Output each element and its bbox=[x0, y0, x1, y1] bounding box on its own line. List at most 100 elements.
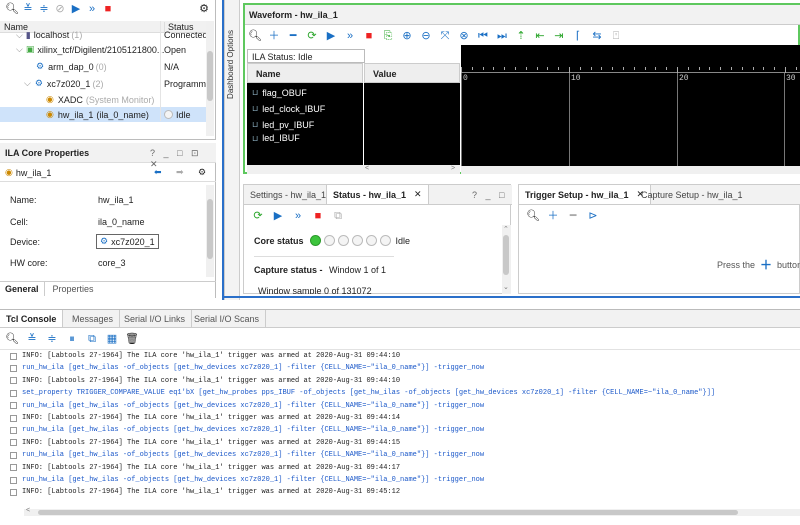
gear-icon[interactable]: ⚙ bbox=[198, 167, 206, 178]
gear-icon[interactable]: ⚙ bbox=[196, 1, 212, 17]
status-window-buttons[interactable]: ? _ □ bbox=[472, 190, 507, 200]
fold-marker-icon[interactable] bbox=[10, 488, 17, 496]
signal-row[interactable]: ⊔ led_pv_IBUF bbox=[252, 117, 314, 132]
zoom-cursor-icon[interactable]: ⊗ bbox=[456, 28, 472, 44]
tab-trigger-setup[interactable]: Trigger Setup - hw_ila_1 ✕ bbox=[519, 185, 652, 204]
names-hscroll[interactable]: < > bbox=[247, 165, 460, 174]
search-icon[interactable]: 🔍︎ bbox=[525, 208, 541, 224]
snap-icon[interactable]: ⍞ bbox=[608, 28, 624, 44]
remove-icon[interactable]: ━ bbox=[285, 28, 301, 44]
collapse-all-icon[interactable]: ≚ bbox=[24, 331, 40, 347]
trigger-immediate-icon[interactable]: » bbox=[84, 1, 100, 17]
pause-icon[interactable]: ⏸ bbox=[64, 331, 80, 347]
remove-probe-icon[interactable]: ━ bbox=[565, 208, 581, 224]
value-col-header[interactable]: Value bbox=[364, 63, 460, 83]
console-info-line: INFO: [Labtools 27-1964] The ILA core 'h… bbox=[10, 412, 400, 424]
add-probe-icon[interactable]: ＋ bbox=[545, 208, 561, 224]
export-icon[interactable]: ⎘ bbox=[380, 28, 396, 44]
next-transition-icon[interactable]: ⇥ bbox=[551, 28, 567, 44]
go-last-icon[interactable]: ⏭ bbox=[494, 28, 510, 44]
run-trigger-icon[interactable]: ▶ bbox=[323, 28, 339, 44]
tab-properties[interactable]: Properties bbox=[45, 282, 102, 296]
tree-row-xc7z020[interactable]: ⌵ ⚙ xc7z020_1 (2) Programme bbox=[0, 76, 211, 91]
tree-row-xadc[interactable]: ◉ XADC (System Monitor) bbox=[0, 92, 206, 107]
zoom-out-icon[interactable]: ⊖ bbox=[418, 28, 434, 44]
time-ruler bbox=[461, 72, 800, 73]
signal-row[interactable]: ⊔ led_clock_IBUF bbox=[252, 101, 325, 116]
go-first-icon[interactable]: ⏮ bbox=[475, 28, 491, 44]
tree-row-target[interactable]: ⌵ ▣ xilinx_tcf/Digilent/2105121800... Op… bbox=[0, 42, 206, 57]
collapse-all-icon[interactable]: ≚ bbox=[20, 1, 36, 17]
tree-row-arm-dap[interactable]: ⚙ arm_dap_0 (0) N/A bbox=[0, 59, 206, 74]
hw-tree-scrollbar[interactable] bbox=[206, 21, 214, 136]
back-arrow-icon[interactable]: ⬅ bbox=[154, 167, 162, 178]
tab-serial-io-links[interactable]: Serial I/O Links bbox=[118, 310, 193, 327]
fold-marker-icon[interactable] bbox=[10, 377, 17, 385]
fold-marker-icon[interactable] bbox=[10, 414, 17, 422]
close-icon[interactable]: ✕ bbox=[414, 189, 422, 200]
chip-icon: ⚙ bbox=[34, 78, 43, 88]
name-col-header[interactable]: Name bbox=[247, 63, 363, 83]
fold-marker-icon[interactable] bbox=[10, 476, 17, 484]
table-icon[interactable]: ▦ bbox=[104, 331, 120, 347]
search-icon[interactable]: 🔍︎ bbox=[247, 28, 263, 44]
copy-icon[interactable]: ⧉ bbox=[330, 208, 346, 224]
fold-marker-icon[interactable] bbox=[10, 389, 17, 397]
wave-hscroll[interactable] bbox=[461, 166, 800, 174]
signal-row[interactable]: ⊔ led_IBUF bbox=[252, 133, 300, 143]
tick-label: 20 bbox=[679, 74, 689, 83]
device-link[interactable]: ⚙ xc7z020_1 bbox=[96, 234, 159, 249]
forward-arrow-icon[interactable]: ➡ bbox=[176, 167, 184, 178]
tab-capture-setup[interactable]: Capture Setup - hw_ila_1 bbox=[635, 185, 749, 204]
fold-marker-icon[interactable] bbox=[10, 451, 17, 459]
run-trigger-icon[interactable]: ▶ bbox=[68, 1, 84, 17]
fold-marker-icon[interactable] bbox=[10, 464, 17, 472]
fold-marker-icon[interactable] bbox=[10, 439, 17, 447]
tree-row-localhost[interactable]: ⌵ ▮ localhost (1) Connected bbox=[0, 30, 206, 40]
disconnect-icon[interactable]: ⊘ bbox=[52, 1, 68, 17]
tab-tcl-console[interactable]: Tcl Console bbox=[0, 310, 64, 327]
fold-marker-icon[interactable] bbox=[10, 364, 17, 372]
tree-row-hw-ila[interactable]: ◉ hw_ila_1 (ila_0_name) Idle bbox=[0, 107, 206, 122]
console-hscroll[interactable]: < bbox=[24, 507, 800, 516]
fold-marker-icon[interactable] bbox=[10, 402, 17, 410]
zoom-in-icon[interactable]: ⊕ bbox=[399, 28, 415, 44]
add-cursor-icon[interactable]: ⌈ bbox=[570, 28, 586, 44]
stop-trigger-icon[interactable]: ■ bbox=[361, 28, 377, 44]
search-icon[interactable]: 🔍︎ bbox=[4, 331, 20, 347]
stop-trigger-icon[interactable]: ■ bbox=[310, 208, 326, 224]
signal-row[interactable]: ⊔ flag_OBUF bbox=[252, 85, 307, 100]
wave-area[interactable]: 0 10 20 30 bbox=[461, 45, 800, 166]
swap-cursors-icon[interactable]: ⇆ bbox=[589, 28, 605, 44]
expand-all-icon[interactable]: ≑ bbox=[36, 1, 52, 17]
search-icon[interactable]: 🔍︎ bbox=[4, 1, 20, 17]
ila-status-bar: ILA Status: Idle bbox=[247, 49, 365, 63]
stop-trigger-icon[interactable]: ■ bbox=[100, 1, 116, 17]
ruler-minor-tick bbox=[525, 67, 527, 70]
prev-transition-icon[interactable]: ⇤ bbox=[532, 28, 548, 44]
expand-all-icon[interactable]: ≑ bbox=[44, 331, 60, 347]
copy-icon[interactable]: ⧉ bbox=[84, 331, 100, 347]
add-icon[interactable]: ＋ bbox=[760, 256, 772, 273]
trigger-immediate-icon[interactable]: » bbox=[342, 28, 358, 44]
status-divider bbox=[254, 256, 394, 257]
auto-retrigger-icon[interactable]: ⟳ bbox=[250, 208, 266, 224]
fold-marker-icon[interactable] bbox=[10, 352, 17, 360]
auto-retrigger-icon[interactable]: ⟳ bbox=[304, 28, 320, 44]
properties-scrollbar[interactable] bbox=[206, 185, 214, 277]
tab-messages[interactable]: Messages bbox=[66, 310, 121, 327]
trigger-immediate-icon[interactable]: » bbox=[290, 208, 306, 224]
trigger-condition-icon[interactable]: ⊳ bbox=[585, 208, 601, 224]
zoom-fit-icon[interactable]: ⤧ bbox=[437, 28, 453, 44]
dashboard-strip[interactable]: Dashboard Options bbox=[224, 0, 240, 300]
tab-status[interactable]: Status - hw_ila_1 ✕ bbox=[326, 185, 429, 204]
add-marker-icon[interactable]: ⇡ bbox=[513, 28, 529, 44]
add-icon[interactable]: ＋ bbox=[266, 28, 282, 44]
status-scrollbar[interactable]: ⌃ ⌄ bbox=[502, 225, 511, 294]
tab-serial-io-scans[interactable]: Serial I/O Scans bbox=[188, 310, 267, 327]
run-trigger-icon[interactable]: ▶ bbox=[270, 208, 286, 224]
trash-icon[interactable]: 🗑︎ bbox=[124, 331, 140, 347]
tab-settings[interactable]: Settings - hw_ila_1 bbox=[244, 185, 332, 204]
fold-marker-icon[interactable] bbox=[10, 426, 17, 434]
tab-general[interactable]: General bbox=[0, 282, 45, 296]
